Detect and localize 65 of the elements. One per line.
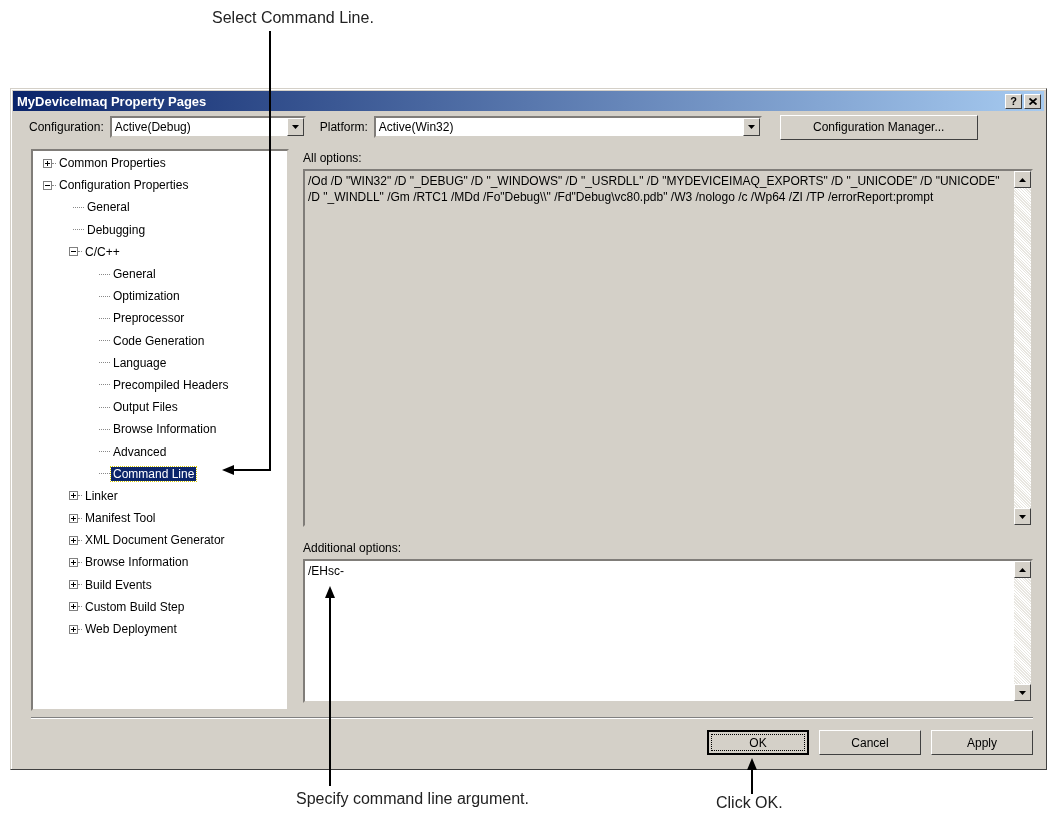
tree-item[interactable]: Optimization: [111, 289, 182, 304]
tree-item[interactable]: Precompiled Headers: [111, 377, 231, 392]
scrollbar[interactable]: [1014, 171, 1031, 525]
input-text: /EHsc-: [307, 563, 345, 580]
tree-item[interactable]: Output Files: [111, 400, 180, 415]
expand-icon[interactable]: [69, 580, 78, 590]
expand-icon[interactable]: [69, 602, 78, 612]
tree-item[interactable]: Build Events: [83, 577, 154, 592]
callout-text: Select Command Line.: [212, 9, 374, 26]
down-arrow-icon: [1019, 690, 1026, 695]
tree-item[interactable]: Common Properties: [57, 156, 168, 171]
tree-item[interactable]: Configuration Properties: [57, 178, 191, 193]
dialog-button[interactable]: OK: [707, 730, 809, 755]
tree-item[interactable]: Code Generation: [111, 333, 207, 348]
tree-item[interactable]: Debugging: [85, 222, 148, 237]
scroll-down-button[interactable]: [1014, 684, 1031, 701]
tree-item[interactable]: General: [111, 267, 158, 282]
scroll-up-button[interactable]: [1014, 561, 1031, 578]
expand-icon[interactable]: [69, 513, 78, 523]
leader-line: [747, 758, 757, 795]
callout-text: Specify command line argument.: [296, 790, 529, 808]
field-label: Additional options:: [303, 541, 403, 555]
tree-item[interactable]: Linker: [83, 488, 120, 503]
field-label: Platform:: [319, 120, 368, 134]
configuration-manager-button[interactable]: Configuration Manager...: [779, 114, 978, 140]
tree-item[interactable]: Browse Information: [83, 555, 191, 570]
expand-icon[interactable]: [69, 535, 78, 545]
tree-item[interactable]: XML Document Generator: [83, 533, 227, 548]
options-text: /Od /D "WIN32" /D "_DEBUG" /D "_WINDOWS" /D "_USRDLL" /D "MYDEVICEIMAQ_EXPORTS" /D "_UNICODE" /D "UNICODE" /D "_WINDLL" /Gm /RTC1 /MDd /Fo"Debug\\" /Fd"Debug\vc80.pdb" /W3 /nologo /c /Wp64 /ZI /TP /errorReport:prompt: [307, 173, 1001, 206]
tree-item[interactable]: Language: [111, 355, 169, 370]
tree-item[interactable]: Web Deployment: [83, 622, 179, 637]
tree-item[interactable]: Command Line: [111, 466, 197, 481]
expand-icon[interactable]: [69, 624, 78, 634]
field-label: All options:: [303, 151, 363, 165]
callout-text: Click OK.: [716, 794, 783, 812]
input-field[interactable]: /EHsc-: [303, 559, 1033, 703]
tree-item[interactable]: Advanced: [111, 444, 169, 459]
scrollbar[interactable]: [1014, 561, 1031, 701]
window-title: MyDeviceImaq Property Pages: [17, 93, 208, 109]
platform-dropdown[interactable]: Active(Win32): [373, 116, 762, 138]
dropdown-arrow-icon: [747, 125, 755, 129]
configuration-dropdown[interactable]: Active(Debug): [109, 116, 306, 138]
up-arrow-icon: [1019, 567, 1026, 572]
scroll-down-button[interactable]: [1014, 508, 1031, 525]
tree-item[interactable]: Custom Build Step: [83, 599, 187, 614]
collapse-icon[interactable]: [43, 180, 52, 190]
collapse-icon[interactable]: [69, 247, 78, 257]
help-button[interactable]: ?: [1005, 93, 1022, 109]
dropdown-arrow-icon: [291, 125, 299, 129]
close-button[interactable]: [1024, 93, 1041, 109]
tree-item[interactable]: Manifest Tool: [83, 511, 158, 526]
close-icon: [1028, 97, 1037, 105]
dialog-button[interactable]: Cancel: [819, 730, 921, 755]
expand-icon[interactable]: [43, 158, 52, 168]
tree-item[interactable]: Browse Information: [111, 422, 219, 437]
up-arrow-icon: [1019, 177, 1026, 182]
expand-icon[interactable]: [69, 557, 78, 567]
down-arrow-icon: [1019, 514, 1026, 519]
expand-icon[interactable]: [69, 491, 78, 501]
scroll-up-button[interactable]: [1014, 171, 1031, 188]
field-label: Configuration:: [29, 120, 104, 134]
tree-item[interactable]: C/C++: [83, 244, 122, 259]
tree-item[interactable]: General: [85, 200, 132, 215]
tree-item[interactable]: Preprocessor: [111, 311, 187, 326]
dialog-button[interactable]: Apply: [931, 730, 1033, 755]
